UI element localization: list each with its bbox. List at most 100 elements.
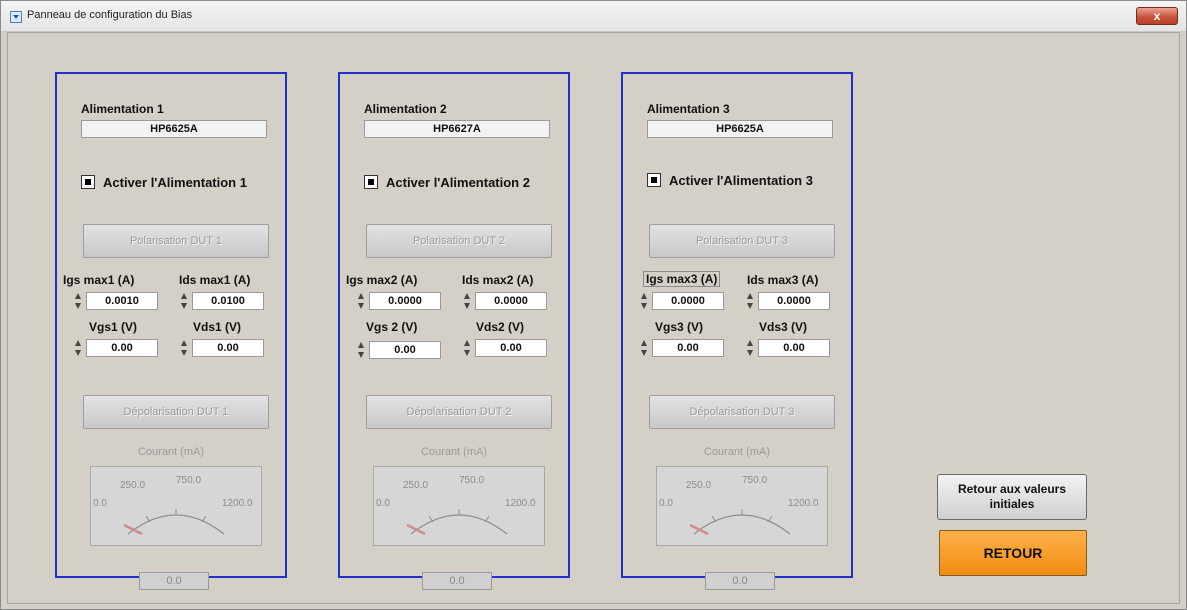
vds-input[interactable]: 0.00 [192,339,264,357]
vds-input[interactable]: 0.00 [758,339,830,357]
gauge-tick-label: 750.0 [742,475,767,486]
spin-arrows-icon[interactable] [641,292,648,310]
supply-label: Alimentation 2 [364,102,447,116]
vds-control[interactable]: 0.00 [747,338,830,358]
current-gauge-title: Courant (mA) [137,446,205,458]
polarise-dut-button[interactable]: Polarisation DUT 2 [366,224,552,258]
power-supply-panel-2: Alimentation 2 HP6627A Activer l'Aliment… [338,72,570,590]
gauge-tick-label: 250.0 [686,480,711,491]
current-gauge: 0.0 250.0 750.0 1200.0 [90,466,262,546]
spin-arrows-icon[interactable] [747,339,754,357]
spin-arrows-icon[interactable] [464,339,471,357]
gauge-tick-label: 750.0 [459,475,484,486]
gauge-tick-label: 250.0 [120,480,145,491]
current-gauge-title: Courant (mA) [703,446,771,458]
vds-input[interactable]: 0.00 [475,339,547,357]
depolarise-dut-button[interactable]: Dépolarisation DUT 2 [366,395,552,429]
ids-max-control[interactable]: 0.0100 [181,291,264,311]
current-gauge: 0.0 250.0 750.0 1200.0 [656,466,828,546]
spin-arrows-icon[interactable] [464,292,471,310]
gauge-tick-label: 1200.0 [222,498,253,509]
vgs-label: Vgs3 (V) [655,320,704,334]
bias-config-window: Panneau de configuration du Bias x Alime… [0,0,1187,610]
ids-max-input[interactable]: 0.0000 [758,292,830,310]
gauge-tick-label: 1200.0 [505,498,536,509]
close-button[interactable]: x [1136,7,1178,25]
ids-max-label: Ids max3 (A) [747,273,819,287]
vgs-label: Vgs1 (V) [89,320,138,334]
vds-label: Vds2 (V) [476,320,525,334]
enable-supply-label: Activer l'Alimentation 3 [669,172,813,188]
gauge-tick-label: 0.0 [659,498,673,509]
vgs-control[interactable]: 0.00 [358,340,441,360]
ids-max-control[interactable]: 0.0000 [464,291,547,311]
ids-max-input[interactable]: 0.0100 [192,292,264,310]
window-title: Panneau de configuration du Bias [27,9,193,21]
ids-max-label: Ids max1 (A) [179,273,251,287]
spin-arrows-icon[interactable] [181,292,188,310]
gauge-tick-label: 250.0 [403,480,428,491]
window-app-icon[interactable] [10,11,22,23]
checkbox-icon[interactable] [81,175,95,189]
enable-supply-checkbox[interactable]: Activer l'Alimentation 3 [647,171,813,189]
current-gauge-title: Courant (mA) [420,446,488,458]
enable-supply-label: Activer l'Alimentation 2 [386,174,530,190]
reset-defaults-button[interactable]: Retour aux valeurs initiales [937,474,1087,520]
spin-arrows-icon[interactable] [641,339,648,357]
depolarise-dut-button[interactable]: Dépolarisation DUT 3 [649,395,835,429]
polarise-dut-button[interactable]: Polarisation DUT 1 [83,224,269,258]
enable-supply-label: Activer l'Alimentation 1 [103,174,247,190]
gauge-tick-label: 0.0 [376,498,390,509]
ids-max-input[interactable]: 0.0000 [475,292,547,310]
current-gauge: 0.0 250.0 750.0 1200.0 [373,466,545,546]
vds-label: Vds1 (V) [193,320,242,334]
vds-control[interactable]: 0.00 [181,338,264,358]
vgs-control[interactable]: 0.00 [75,338,158,358]
depolarise-dut-button[interactable]: Dépolarisation DUT 1 [83,395,269,429]
igs-max-label: Igs max2 (A) [346,273,418,287]
supply-model: HP6625A [81,120,267,138]
vgs-input[interactable]: 0.00 [369,341,441,359]
supply-label: Alimentation 3 [647,102,730,116]
vgs-control[interactable]: 0.00 [641,338,724,358]
vds-label: Vds3 (V) [759,320,808,334]
power-supply-panel-3: Alimentation 3 HP6625A Activer l'Aliment… [621,72,853,590]
spin-arrows-icon[interactable] [75,292,82,310]
gauge-tick-label: 0.0 [93,498,107,509]
checkbox-icon[interactable] [364,175,378,189]
vds-control[interactable]: 0.00 [464,338,547,358]
igs-max-label: Igs max1 (A) [63,273,135,287]
gauge-tick-label: 1200.0 [788,498,819,509]
return-button[interactable]: RETOUR [939,530,1087,576]
title-bar[interactable]: Panneau de configuration du Bias x [1,1,1186,32]
supply-model: HP6627A [364,120,550,138]
igs-max-input[interactable]: 0.0010 [86,292,158,310]
igs-max-control[interactable]: 0.0000 [358,291,441,311]
reset-defaults-label: Retour aux valeurs initiales [957,482,1067,511]
supply-label: Alimentation 1 [81,102,164,116]
spin-arrows-icon[interactable] [75,339,82,357]
vgs-input[interactable]: 0.00 [86,339,158,357]
spin-arrows-icon[interactable] [181,339,188,357]
ids-max-control[interactable]: 0.0000 [747,291,830,311]
spin-arrows-icon[interactable] [747,292,754,310]
supply-model: HP6625A [647,120,833,138]
polarise-dut-button[interactable]: Polarisation DUT 3 [649,224,835,258]
current-readout: 0.0 [422,572,492,590]
current-readout: 0.0 [705,572,775,590]
igs-max-label: Igs max3 (A) [643,271,721,287]
enable-supply-checkbox[interactable]: Activer l'Alimentation 2 [364,173,530,191]
enable-supply-checkbox[interactable]: Activer l'Alimentation 1 [81,173,247,191]
current-readout: 0.0 [139,572,209,590]
vgs-input[interactable]: 0.00 [652,339,724,357]
igs-max-input[interactable]: 0.0000 [369,292,441,310]
spin-arrows-icon[interactable] [358,341,365,359]
igs-max-input[interactable]: 0.0000 [652,292,724,310]
checkbox-icon[interactable] [647,173,661,187]
spin-arrows-icon[interactable] [358,292,365,310]
igs-max-control[interactable]: 0.0010 [75,291,158,311]
gauge-tick-label: 750.0 [176,475,201,486]
vgs-label: Vgs 2 (V) [366,320,418,334]
power-supply-panel-1: Alimentation 1 HP6625A Activer l'Aliment… [55,72,287,590]
igs-max-control[interactable]: 0.0000 [641,291,724,311]
